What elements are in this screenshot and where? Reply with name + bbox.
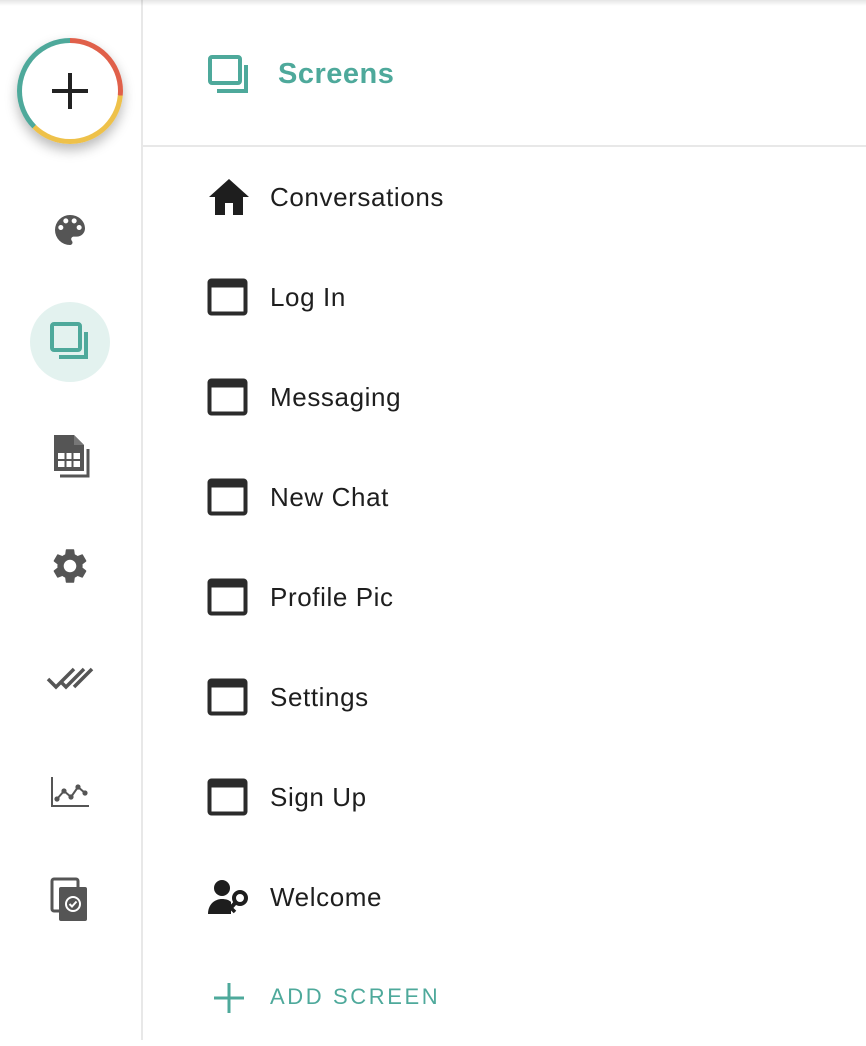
screen-item-settings[interactable]: Settings — [143, 647, 866, 747]
window-icon — [207, 378, 248, 416]
window-icon — [207, 778, 248, 816]
analytics-icon — [51, 777, 89, 807]
screen-label: Welcome — [270, 882, 383, 912]
screen-item-new-chat[interactable]: New Chat — [143, 447, 866, 547]
nav-checks-button[interactable] — [30, 640, 110, 720]
palette-icon — [55, 215, 85, 245]
gear-icon — [53, 549, 87, 583]
nav-publish-button[interactable] — [30, 860, 110, 940]
nav-rail — [0, 0, 143, 1040]
screen-label: Messaging — [270, 382, 402, 412]
screen-label: Log In — [270, 282, 346, 312]
add-screen-label: ADD SCREEN — [270, 984, 441, 1009]
screen-label: Profile Pic — [270, 582, 394, 612]
panel-header: Screens — [143, 0, 866, 147]
screens-icon — [208, 55, 248, 93]
window-icon — [207, 478, 248, 516]
nav-analytics-button[interactable] — [30, 752, 110, 832]
screen-label: Settings — [270, 682, 369, 712]
plus-icon — [214, 983, 244, 1013]
home-icon — [209, 179, 249, 215]
screen-item-welcome[interactable]: Welcome — [143, 847, 866, 947]
screen-item-conversations[interactable]: Conversations — [143, 147, 866, 247]
screen-label: Conversations — [270, 182, 444, 212]
add-screen-button[interactable]: ADD SCREEN — [143, 946, 866, 1046]
screen-label: New Chat — [270, 482, 389, 512]
screen-item-sign-up[interactable]: Sign Up — [143, 747, 866, 847]
screen-label: Sign Up — [270, 782, 367, 812]
screen-item-profile-pic[interactable]: Profile Pic — [143, 547, 866, 647]
fab-inner — [22, 43, 118, 139]
add-fab-button[interactable] — [17, 38, 123, 144]
window-icon — [207, 578, 248, 616]
nav-settings-button[interactable] — [30, 526, 110, 606]
panel-title: Screens — [278, 58, 395, 90]
window-icon — [207, 678, 248, 716]
publish-icon — [50, 877, 87, 921]
data-sheet-icon — [54, 435, 90, 478]
screen-item-log-in[interactable]: Log In — [143, 247, 866, 347]
plus-icon — [52, 73, 88, 109]
nav-screens-button[interactable] — [30, 302, 110, 382]
screens-icon — [50, 322, 88, 359]
double-check-icon — [46, 667, 94, 690]
user-key-icon — [208, 880, 248, 914]
window-icon — [207, 278, 248, 316]
screen-item-messaging[interactable]: Messaging — [143, 347, 866, 447]
screens-panel: Screens Conversations Log In Messaging N… — [143, 0, 866, 1040]
nav-theme-button[interactable] — [30, 190, 110, 270]
nav-data-button[interactable] — [30, 415, 110, 495]
